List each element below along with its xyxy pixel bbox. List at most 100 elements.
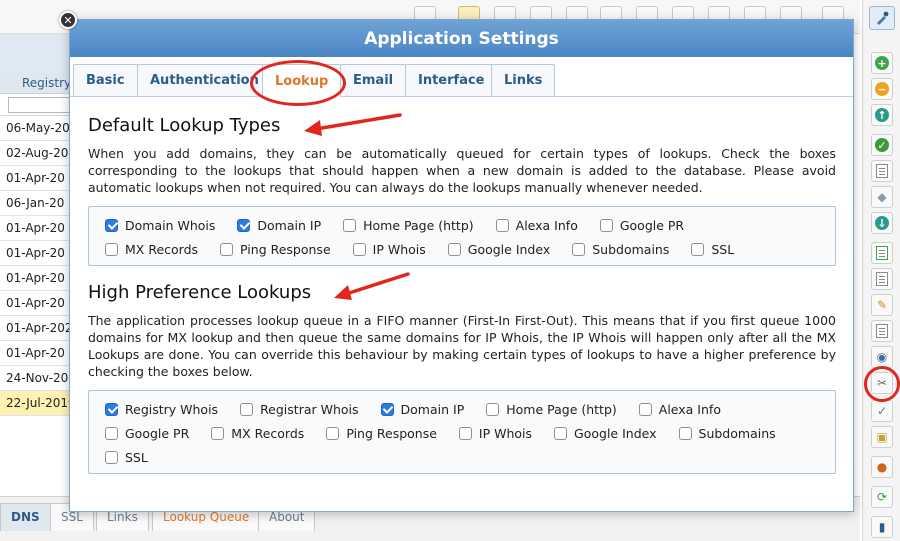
option-home-page[interactable]: Home Page (http) [343,218,474,233]
minus-circle-icon[interactable]: − [871,78,893,100]
option-home-page[interactable]: Home Page (http) [486,402,617,417]
table-row[interactable]: 01-Apr-20 [0,266,71,291]
option-label: IP Whois [372,241,426,257]
sync-icon[interactable]: ⟳ [871,486,893,508]
grid-filter-input[interactable] [8,97,72,113]
edit-document-icon[interactable]: ✎ [871,294,893,316]
checkbox[interactable] [105,218,118,232]
option-google-pr[interactable]: Google PR [105,426,189,441]
checkbox[interactable] [105,426,118,440]
tab-links[interactable]: Links [491,64,556,96]
checkbox[interactable] [691,242,705,256]
background-panel-header [0,34,70,74]
checkbox[interactable] [352,242,366,256]
checkbox[interactable] [105,402,118,416]
option-domain-whois[interactable]: Domain Whois [105,218,215,233]
option-label: Registry Whois [125,401,219,417]
option-label: Google Index [574,425,657,441]
options-row: SSL [105,445,827,469]
close-icon[interactable]: ✕ [59,11,77,29]
option-label: IP Whois [478,425,533,441]
schedule-document-icon[interactable] [871,268,893,290]
table-row[interactable]: 02-Aug-20 [0,141,71,166]
arrow-up-icon[interactable]: ↑ [871,104,893,126]
lookup-settings-panel: Default Lookup Types When you add domain… [88,97,836,474]
checkbox[interactable] [599,218,613,232]
option-alexa-info[interactable]: Alexa Info [495,218,578,233]
checkbox[interactable] [220,242,234,256]
table-row[interactable]: 01-Apr-20 [0,166,71,191]
dialog-title: Application Settings [70,20,853,57]
option-alexa-info[interactable]: Alexa Info [638,402,721,417]
option-label: Google PR [125,425,190,441]
option-label: Ping Response [346,425,437,441]
checkbox[interactable] [638,402,652,416]
option-subdomains[interactable]: Subdomains [678,426,776,441]
checkbox[interactable] [486,402,500,416]
check-list-icon[interactable]: ✓ [871,400,893,422]
grid-filter-row [0,94,72,116]
eyedropper-icon[interactable] [869,6,895,30]
option-label: MX Records [125,241,199,257]
globe-icon[interactable]: ◉ [871,346,893,368]
table-row[interactable]: 24-Nov-20 [0,366,71,391]
option-ip-whois[interactable]: IP Whois [458,425,533,441]
option-ssl[interactable]: SSL [105,450,148,465]
checkbox[interactable] [105,242,118,256]
clipboard-check-icon[interactable]: ▣ [871,426,893,448]
checkbox[interactable] [343,218,357,232]
book-icon[interactable]: ▮ [871,516,893,538]
document-list-icon[interactable] [871,160,893,182]
option-ping-response[interactable]: Ping Response [326,426,437,441]
table-row[interactable]: 01-Apr-202 [0,316,71,341]
tab-interface[interactable]: Interface [405,64,498,96]
option-mx-records[interactable]: MX Records [105,242,198,257]
option-label: SSL [125,449,148,465]
table-row[interactable]: 06-May-20 [0,116,71,141]
checkbox[interactable] [458,426,472,440]
checkbox[interactable] [240,402,254,416]
option-subdomains[interactable]: Subdomains [572,242,669,257]
checkbox[interactable] [211,426,225,440]
checkbox[interactable] [572,242,586,256]
option-ssl[interactable]: SSL [691,242,734,257]
arrow-down-icon[interactable]: ↓ [871,212,893,234]
domains-grid: Registry 06-May-20 02-Aug-20 01-Apr-20 0… [0,72,72,492]
checkbox[interactable] [326,426,340,440]
checkbox[interactable] [105,450,118,464]
bottom-tab-dns[interactable]: DNS [0,503,51,531]
option-ping-response[interactable]: Ping Response [220,242,331,257]
option-google-pr[interactable]: Google PR [599,218,684,233]
option-domain-ip[interactable]: Domain IP [380,402,464,417]
checkbox[interactable] [380,402,394,416]
table-row[interactable]: 01-Apr-20 [0,241,71,266]
check-circle-icon[interactable]: ✓ [871,134,893,156]
checkbox[interactable] [447,242,461,256]
tab-email[interactable]: Email [340,64,407,96]
option-domain-ip[interactable]: Domain IP [237,218,321,233]
checkbox[interactable] [237,218,251,232]
option-google-index[interactable]: Google Index [447,242,550,257]
option-registrar-whois[interactable]: Registrar Whois [240,402,359,417]
table-row[interactable]: 01-Apr-20 [0,291,71,316]
table-row[interactable]: 01-Apr-20 [0,341,71,366]
checkbox[interactable] [678,426,692,440]
report-icon[interactable] [871,320,893,342]
grid-column-header[interactable]: Registry [0,72,71,94]
table-row[interactable]: 01-Apr-20 [0,216,71,241]
table-row-selected[interactable]: 22-Jul-2019 [0,391,71,416]
option-ip-whois[interactable]: IP Whois [352,241,426,257]
section-title-high-pref: High Preference Lookups [88,282,312,303]
add-document-icon[interactable] [871,242,893,264]
tab-basic[interactable]: Basic [73,64,138,96]
checkbox[interactable] [554,426,568,440]
table-row[interactable]: 06-Jan-20 [0,191,71,216]
plus-circle-icon[interactable]: + [871,52,893,74]
option-mx-records[interactable]: MX Records [211,426,304,441]
option-registry-whois[interactable]: Registry Whois [105,402,218,417]
tag-icon[interactable]: ◆ [871,186,893,208]
option-google-index[interactable]: Google Index [554,425,657,441]
checkbox[interactable] [495,218,509,232]
palette-icon[interactable]: ● [871,456,893,478]
settings-tab-bar: Basic Authentication Lookup Email Interf… [70,57,853,97]
